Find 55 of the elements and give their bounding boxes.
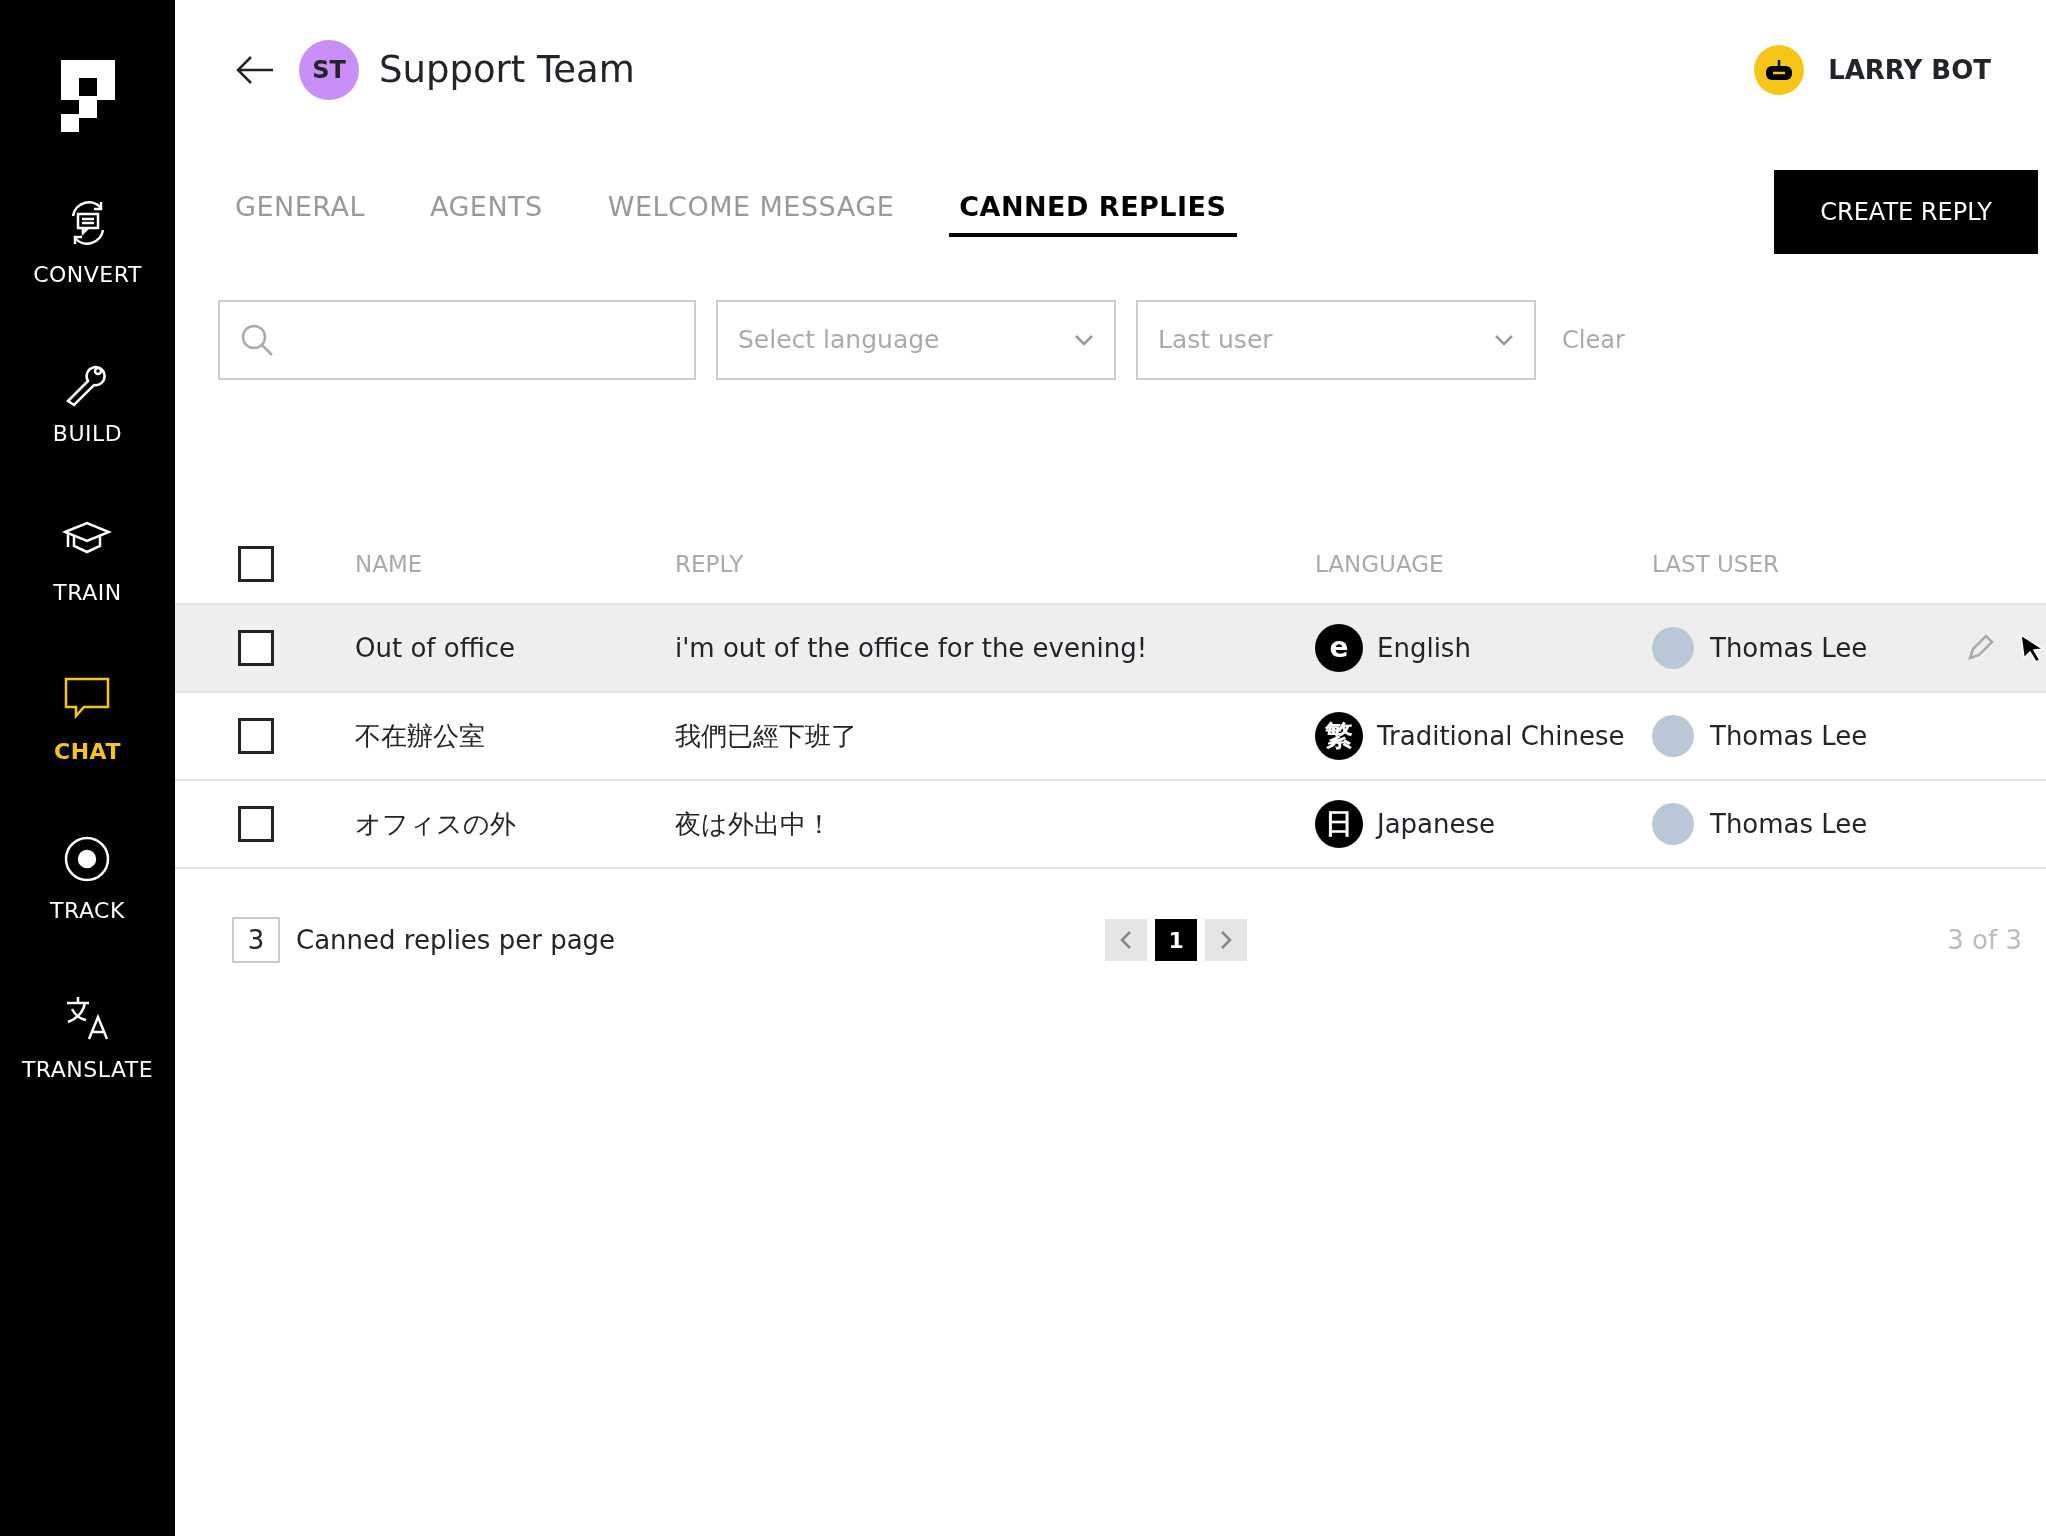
user-avatar-placeholder — [1652, 803, 1694, 845]
search-field[interactable] — [218, 300, 696, 380]
table-cell: 我們已經下班了 — [675, 720, 857, 751]
column-header: NAME — [355, 550, 423, 577]
chevron-left-icon — [1120, 930, 1133, 950]
bot-name: LARRY BOT — [1828, 53, 1991, 87]
cursor-icon — [2018, 633, 2046, 663]
per-page-field[interactable]: 3 — [232, 917, 280, 963]
chevron-down-icon — [1494, 334, 1514, 346]
pencil-icon — [1966, 634, 1994, 662]
column-header: LANGUAGE — [1315, 549, 1444, 579]
user-avatar-placeholder — [1652, 715, 1694, 757]
create-reply-button[interactable]: CREATE REPLY — [1774, 170, 2038, 254]
page-count: 3 of 3 — [1947, 923, 2022, 957]
table-cell-text: Thomas Lee — [1710, 631, 1868, 665]
chevron-down-icon — [1074, 334, 1094, 346]
table-cell: 夜は外出中！ — [675, 808, 832, 839]
table-cell-text: English — [1377, 631, 1471, 665]
sidebar-item[interactable]: TRANSLATE — [21, 993, 154, 1086]
sidebar-item[interactable]: BUILD — [52, 357, 123, 450]
table-cell: i'm out of the office for the evening! — [675, 632, 1148, 663]
page-button[interactable]: 1 — [1155, 919, 1198, 961]
language-badge: 日 — [1315, 800, 1363, 848]
next-page-button[interactable] — [1205, 919, 1248, 961]
back-arrow-icon — [235, 55, 275, 85]
table-cell-text: Traditional Chinese — [1377, 719, 1625, 753]
previous-page-button[interactable] — [1105, 919, 1148, 961]
sidebar-item[interactable]: TRAIN — [53, 516, 122, 609]
language-badge: 繁 — [1315, 712, 1363, 760]
table-cell: 不在辦公室 — [355, 720, 485, 751]
table-cell: オフィスの外 — [355, 808, 516, 839]
search-icon — [240, 323, 274, 357]
user-avatar-placeholder — [1652, 627, 1694, 669]
row-checkbox[interactable] — [238, 806, 274, 842]
table-cell-text: Japanese — [1377, 807, 1496, 841]
sidebar-item[interactable]: TRACK — [50, 834, 125, 927]
per-page-label: Canned replies per page — [296, 923, 616, 957]
column-header: REPLY — [675, 550, 744, 577]
logo-icon — [58, 58, 117, 132]
table-cell: Out of office — [355, 632, 516, 663]
table-cell-text: Thomas Lee — [1710, 807, 1868, 841]
sidebar-item[interactable]: CHAT — [54, 675, 121, 768]
row-checkbox[interactable] — [238, 630, 274, 666]
sidebar-item[interactable]: CONVERT — [33, 198, 142, 291]
table-cell-text: Thomas Lee — [1710, 719, 1868, 753]
team-avatar: ST — [299, 40, 359, 100]
robot-icon — [1764, 58, 1795, 82]
team-name: Support Team — [379, 47, 635, 94]
back-button[interactable] — [235, 55, 275, 85]
tab[interactable]: CANNED REPLIES — [949, 186, 1237, 238]
language-badge: e — [1315, 624, 1363, 672]
select-all-checkbox[interactable] — [238, 546, 274, 582]
column-header: LAST USER — [1652, 549, 1779, 579]
chevron-right-icon — [1220, 930, 1233, 950]
row-checkbox[interactable] — [238, 718, 274, 754]
